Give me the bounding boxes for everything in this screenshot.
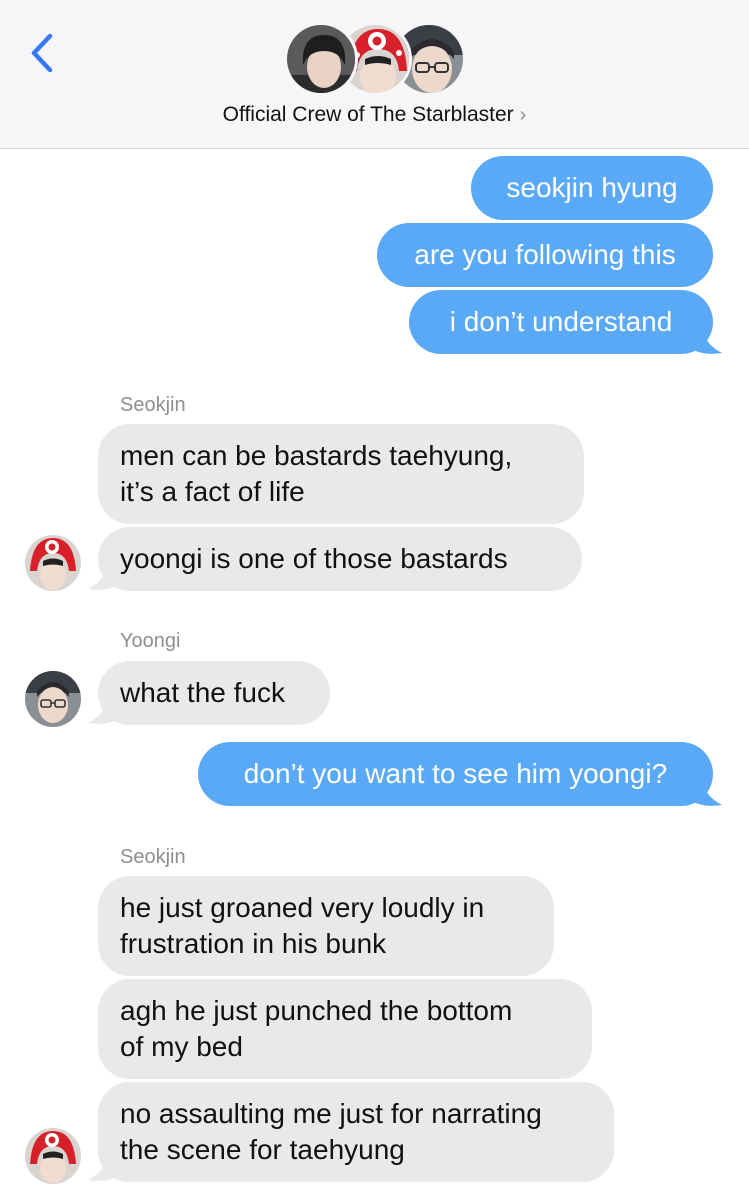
bubble-tail: [690, 778, 722, 806]
message-text: of my bed: [120, 1031, 243, 1062]
message-bubble-incoming[interactable]: no assaulting me just for narrating the …: [98, 1082, 614, 1182]
message-text: what the fuck: [120, 677, 285, 708]
message-text: are you following this: [414, 239, 676, 270]
message-bubble-incoming[interactable]: what the fuck: [98, 661, 330, 725]
avatar-seokjin[interactable]: [25, 1128, 81, 1184]
avatar-seokjin[interactable]: [25, 535, 81, 591]
back-button[interactable]: [26, 30, 62, 76]
message-bubble-incoming[interactable]: men can be bastards taehyung, it’s a fac…: [98, 424, 584, 524]
message-bubble-incoming[interactable]: agh he just punched the bottom of my bed: [98, 979, 592, 1079]
sender-name: Seokjin: [120, 394, 186, 416]
message-text: no assaulting me just for narrating: [120, 1098, 542, 1129]
message-text: i don’t understand: [449, 306, 673, 337]
conversation-header: Official Crew of The Starblaster ›: [0, 0, 749, 149]
message-bubble-outgoing[interactable]: seokjin hyung: [471, 156, 713, 220]
message-text: he just groaned very loudly in: [120, 892, 485, 923]
chevron-left-icon: [31, 33, 53, 73]
avatar-taehyung: [284, 22, 358, 96]
message-text: yoongi is one of those bastards: [120, 543, 508, 574]
message-bubble-incoming[interactable]: he just groaned very loudly in frustrati…: [98, 876, 554, 976]
message-bubble-outgoing[interactable]: i don’t understand: [409, 290, 713, 354]
bubble-tail: [88, 1153, 120, 1181]
chevron-right-icon: ›: [519, 104, 527, 126]
message-text: men can be bastards taehyung,: [120, 440, 513, 471]
message-bubble-outgoing[interactable]: don’t you want to see him yoongi?: [198, 742, 713, 806]
bubble-tail: [690, 326, 722, 354]
message-text: frustration in his bunk: [120, 928, 387, 959]
sender-name: Seokjin: [120, 846, 186, 868]
message-text: don’t you want to see him yoongi?: [243, 758, 668, 789]
message-text: seokjin hyung: [506, 172, 678, 203]
message-bubble-outgoing[interactable]: are you following this: [377, 223, 713, 287]
message-text: it’s a fact of life: [120, 476, 305, 507]
message-text: agh he just punched the bottom: [120, 995, 513, 1026]
avatar-yoongi[interactable]: [25, 671, 81, 727]
message-bubble-incoming[interactable]: yoongi is one of those bastards: [98, 527, 582, 591]
message-text: the scene for taehyung: [120, 1134, 405, 1165]
bubble-tail: [88, 562, 120, 590]
group-name-label: Official Crew of The Starblaster: [222, 103, 514, 126]
bubble-tail: [88, 696, 120, 724]
group-name-button[interactable]: Official Crew of The Starblaster ›: [0, 103, 749, 127]
sender-name: Yoongi: [120, 630, 181, 652]
group-avatars[interactable]: [284, 22, 466, 96]
